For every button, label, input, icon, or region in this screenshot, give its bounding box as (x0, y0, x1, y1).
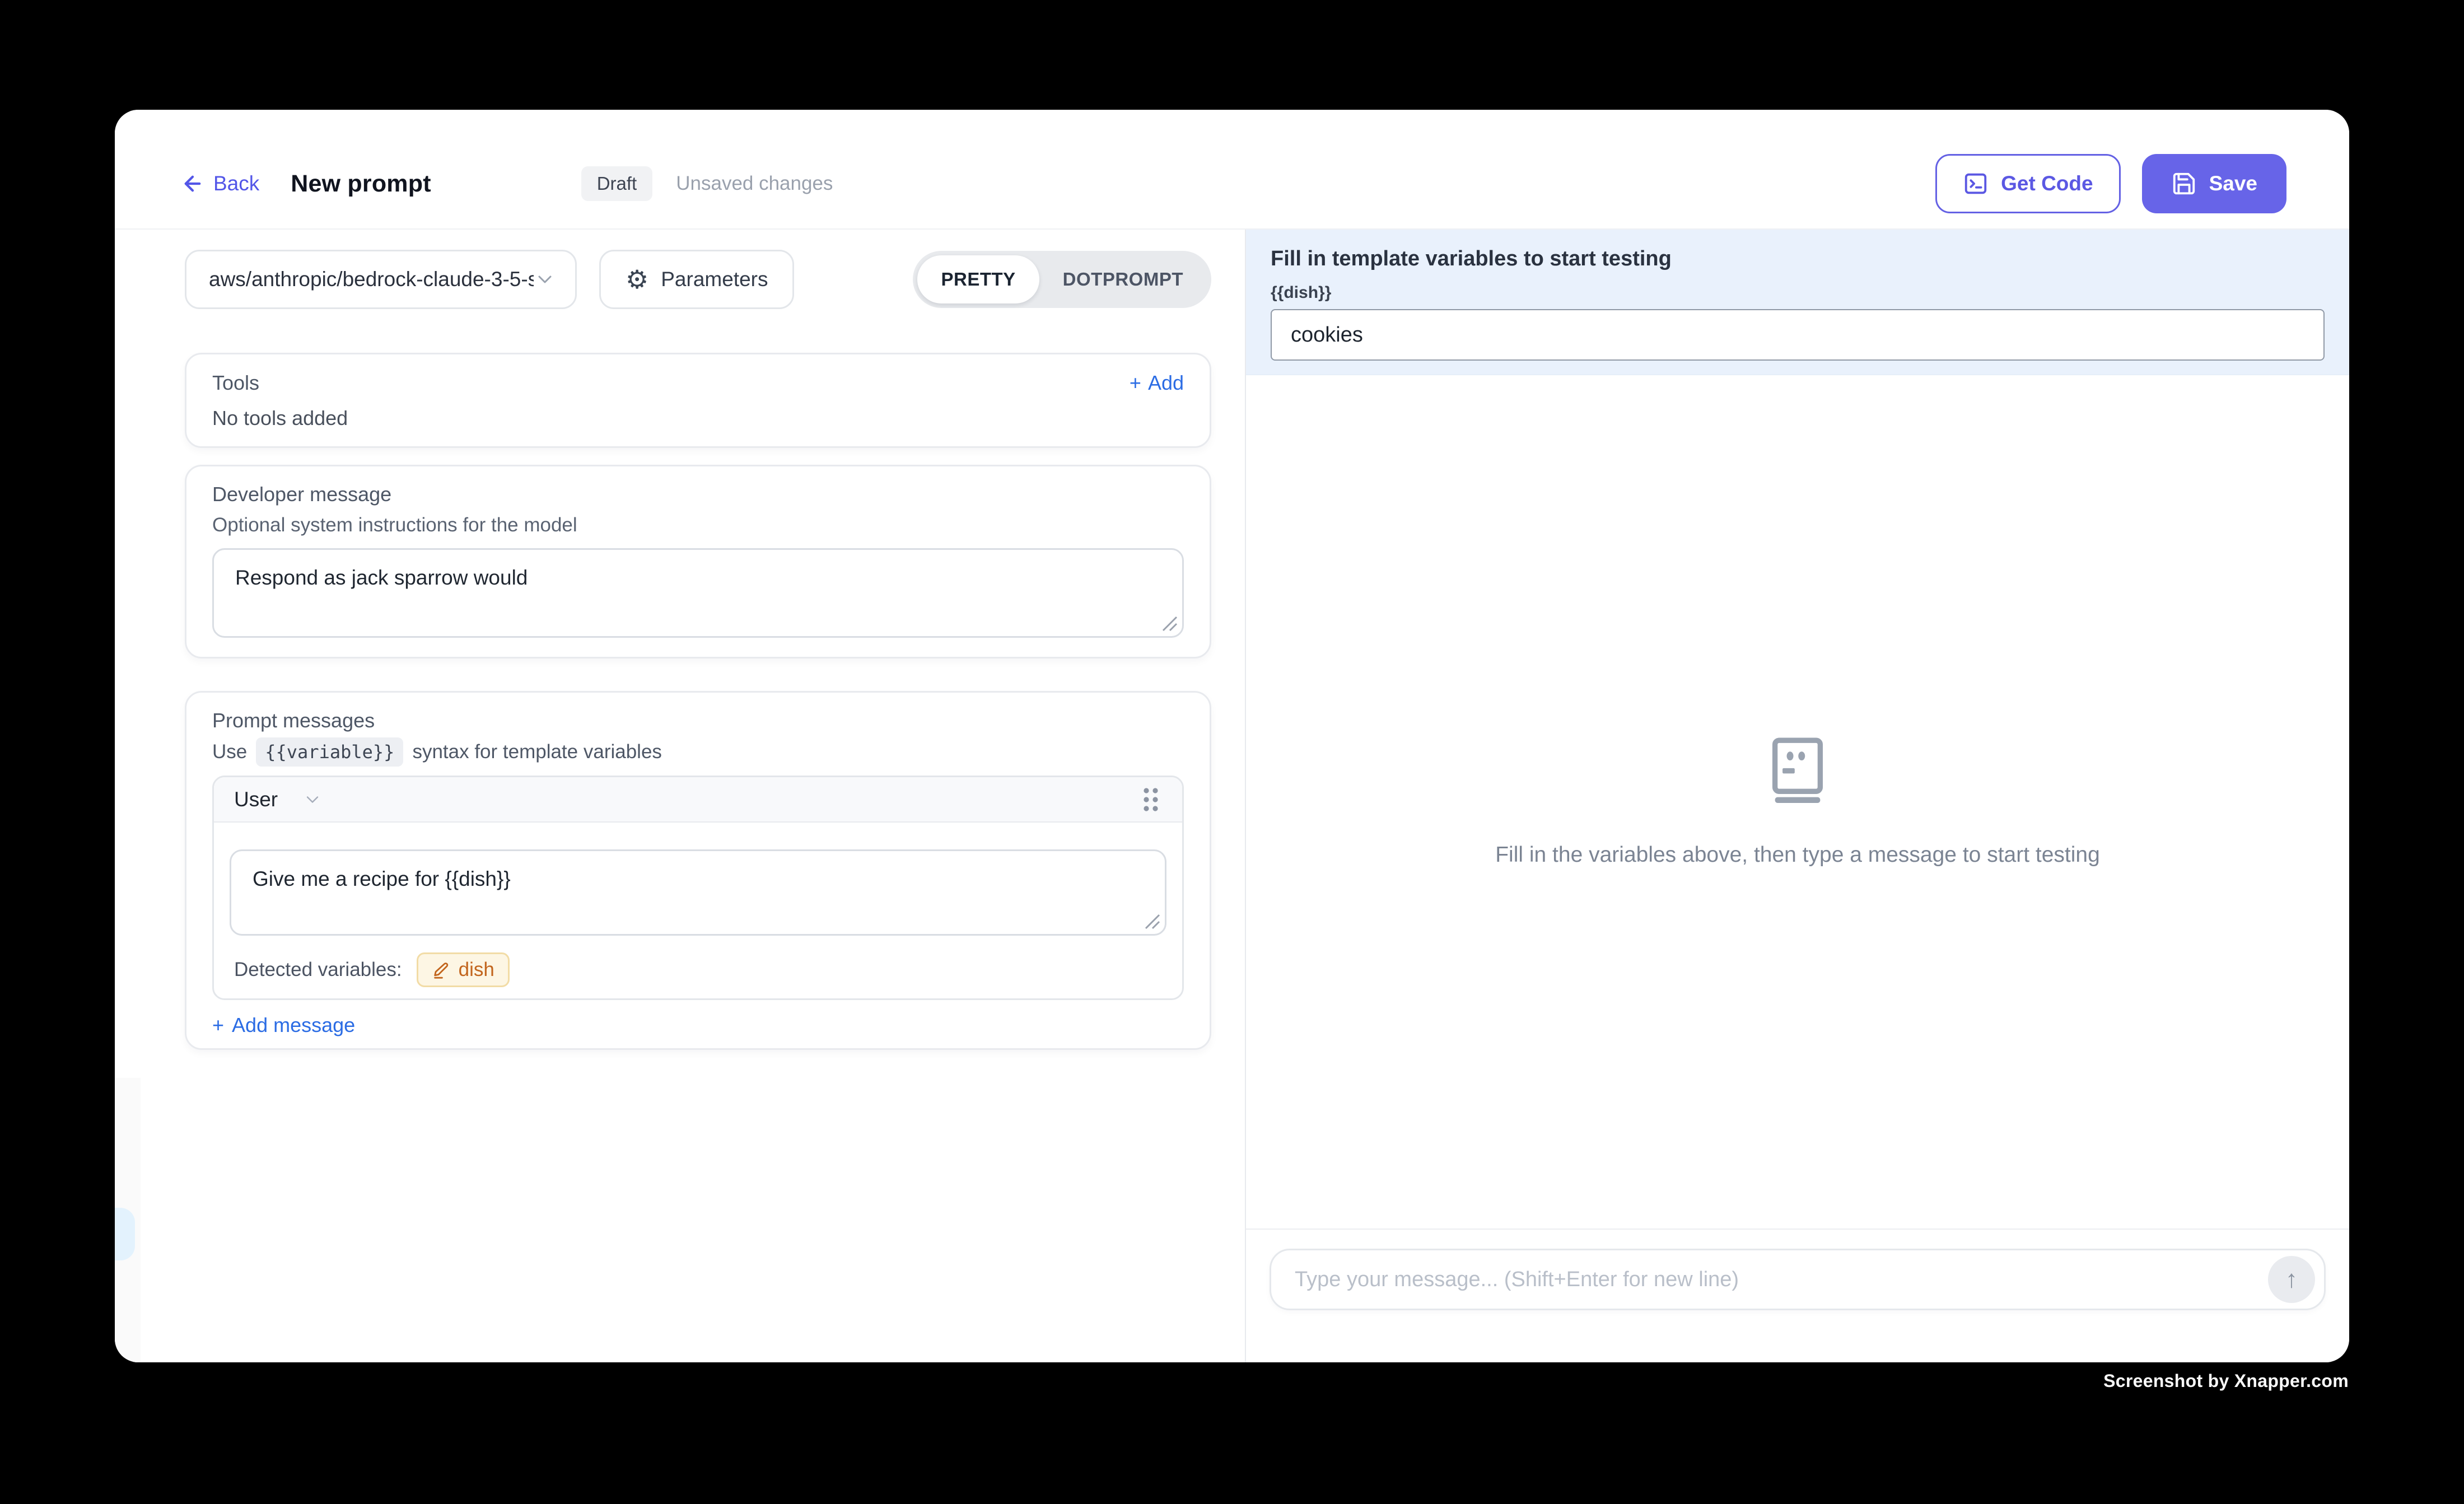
variable-chip-dish[interactable]: dish (417, 952, 510, 987)
toggle-option-dotprompt[interactable]: DOTPROMPT (1039, 255, 1207, 303)
get-code-label: Get Code (2001, 172, 2093, 195)
app-header: Back New prompt Draft Unsaved changes Ge… (115, 110, 2349, 230)
model-selector[interactable]: aws/anthropic/bedrock-claude-3-5-s... (185, 250, 577, 309)
add-tool-label: Add (1148, 371, 1184, 395)
save-label: Save (2209, 172, 2257, 195)
chevron-down-icon (302, 790, 323, 810)
arrow-up-icon: ↑ (2285, 1265, 2298, 1293)
app-window: Back New prompt Draft Unsaved changes Ge… (115, 110, 2349, 1362)
composer-row: ↑ (1246, 1229, 2349, 1362)
left-edge-nav-highlight (115, 1208, 135, 1260)
plus-icon: + (212, 1013, 224, 1037)
gear-icon: ⚙ (626, 267, 648, 292)
developer-message-input[interactable]: Respond as jack sparrow would (212, 548, 1184, 638)
tools-title: Tools (212, 372, 259, 394)
page-title: New prompt (291, 170, 431, 198)
resize-handle-icon[interactable] (1144, 913, 1161, 930)
chat-empty-state: Fill in the variables above, then type a… (1246, 375, 2349, 1229)
prompt-messages-card: Prompt messages Use {{variable}} syntax … (185, 691, 1211, 1050)
fill-variables-title: Fill in template variables to start test… (1271, 246, 2325, 271)
role-value: User (234, 788, 278, 811)
chevron-down-icon (534, 268, 556, 291)
bot-face-icon (1768, 737, 1827, 806)
watermark-text: Screenshot by Xnapper.com (2103, 1371, 2349, 1391)
tools-card-header: Tools + Add (212, 371, 1184, 395)
message-field-wrap: Give me a recipe for {{dish}} (230, 849, 1166, 936)
hint-prefix: Use (212, 741, 247, 763)
plus-icon: + (1130, 371, 1141, 395)
drag-handle[interactable] (1140, 785, 1162, 814)
role-selector[interactable]: User (234, 788, 323, 811)
prompt-editor-panel: aws/anthropic/bedrock-claude-3-5-s... ⚙ … (115, 230, 1246, 1362)
save-floppy-icon (2171, 171, 2197, 197)
tools-empty-text: No tools added (212, 407, 1184, 429)
detected-variables-row: Detected variables: dish (230, 952, 1166, 987)
empty-state-text: Fill in the variables above, then type a… (1495, 843, 2100, 867)
tools-card: Tools + Add No tools added (185, 353, 1211, 448)
add-tool-button[interactable]: + Add (1130, 371, 1184, 395)
format-toggle: PRETTY DOTPROMPT (913, 251, 1211, 308)
message-block: User Give me a recipe for {{dish}} (212, 776, 1184, 1000)
editor-toolbar: aws/anthropic/bedrock-claude-3-5-s... ⚙ … (185, 250, 1211, 309)
message-header: User (214, 777, 1182, 823)
message-body: Give me a recipe for {{dish}} Detected v… (214, 823, 1182, 998)
add-message-label: Add message (232, 1013, 355, 1037)
developer-message-subtitle: Optional system instructions for the mod… (212, 515, 1184, 536)
variable-chip-label: dish (459, 959, 494, 981)
developer-message-field-wrap: Respond as jack sparrow would (212, 548, 1184, 638)
back-label: Back (213, 172, 259, 195)
back-button[interactable]: Back (181, 172, 259, 195)
test-panel: Fill in template variables to start test… (1246, 230, 2349, 1362)
prompt-messages-title: Prompt messages (212, 709, 1184, 732)
toggle-option-pretty[interactable]: PRETTY (917, 255, 1039, 303)
template-hint: Use {{variable}} syntax for template var… (212, 737, 1184, 767)
variable-dish-label: {{dish}} (1271, 283, 2325, 302)
chat-message-input[interactable] (1295, 1268, 2268, 1292)
parameters-button[interactable]: ⚙ Parameters (599, 250, 794, 309)
message-composer: ↑ (1270, 1249, 2326, 1310)
resize-handle-icon[interactable] (1161, 615, 1178, 632)
model-selector-value: aws/anthropic/bedrock-claude-3-5-s... (209, 268, 534, 291)
main-split: aws/anthropic/bedrock-claude-3-5-s... ⚙ … (115, 230, 2349, 1362)
parameters-label: Parameters (661, 268, 768, 291)
variables-fill-section: Fill in template variables to start test… (1246, 230, 2349, 375)
save-button[interactable]: Save (2142, 154, 2286, 213)
get-code-button[interactable]: Get Code (1935, 154, 2120, 213)
edit-pencil-icon (432, 960, 451, 979)
variable-syntax-chip: {{variable}} (256, 737, 403, 767)
message-content-input[interactable]: Give me a recipe for {{dish}} (230, 849, 1166, 936)
developer-message-title: Developer message (212, 483, 1184, 506)
terminal-icon (1963, 171, 1989, 197)
back-arrow-icon (181, 172, 204, 195)
detected-variables-label: Detected variables: (234, 959, 402, 981)
status-badge: Draft (581, 166, 653, 201)
hint-suffix: syntax for template variables (412, 741, 661, 763)
unsaved-changes-text: Unsaved changes (676, 172, 833, 195)
developer-message-card: Developer message Optional system instru… (185, 465, 1211, 658)
grip-dots-icon (1140, 785, 1162, 814)
send-button[interactable]: ↑ (2268, 1256, 2315, 1303)
add-message-button[interactable]: + Add message (212, 1013, 355, 1037)
variable-dish-input[interactable] (1271, 309, 2325, 361)
